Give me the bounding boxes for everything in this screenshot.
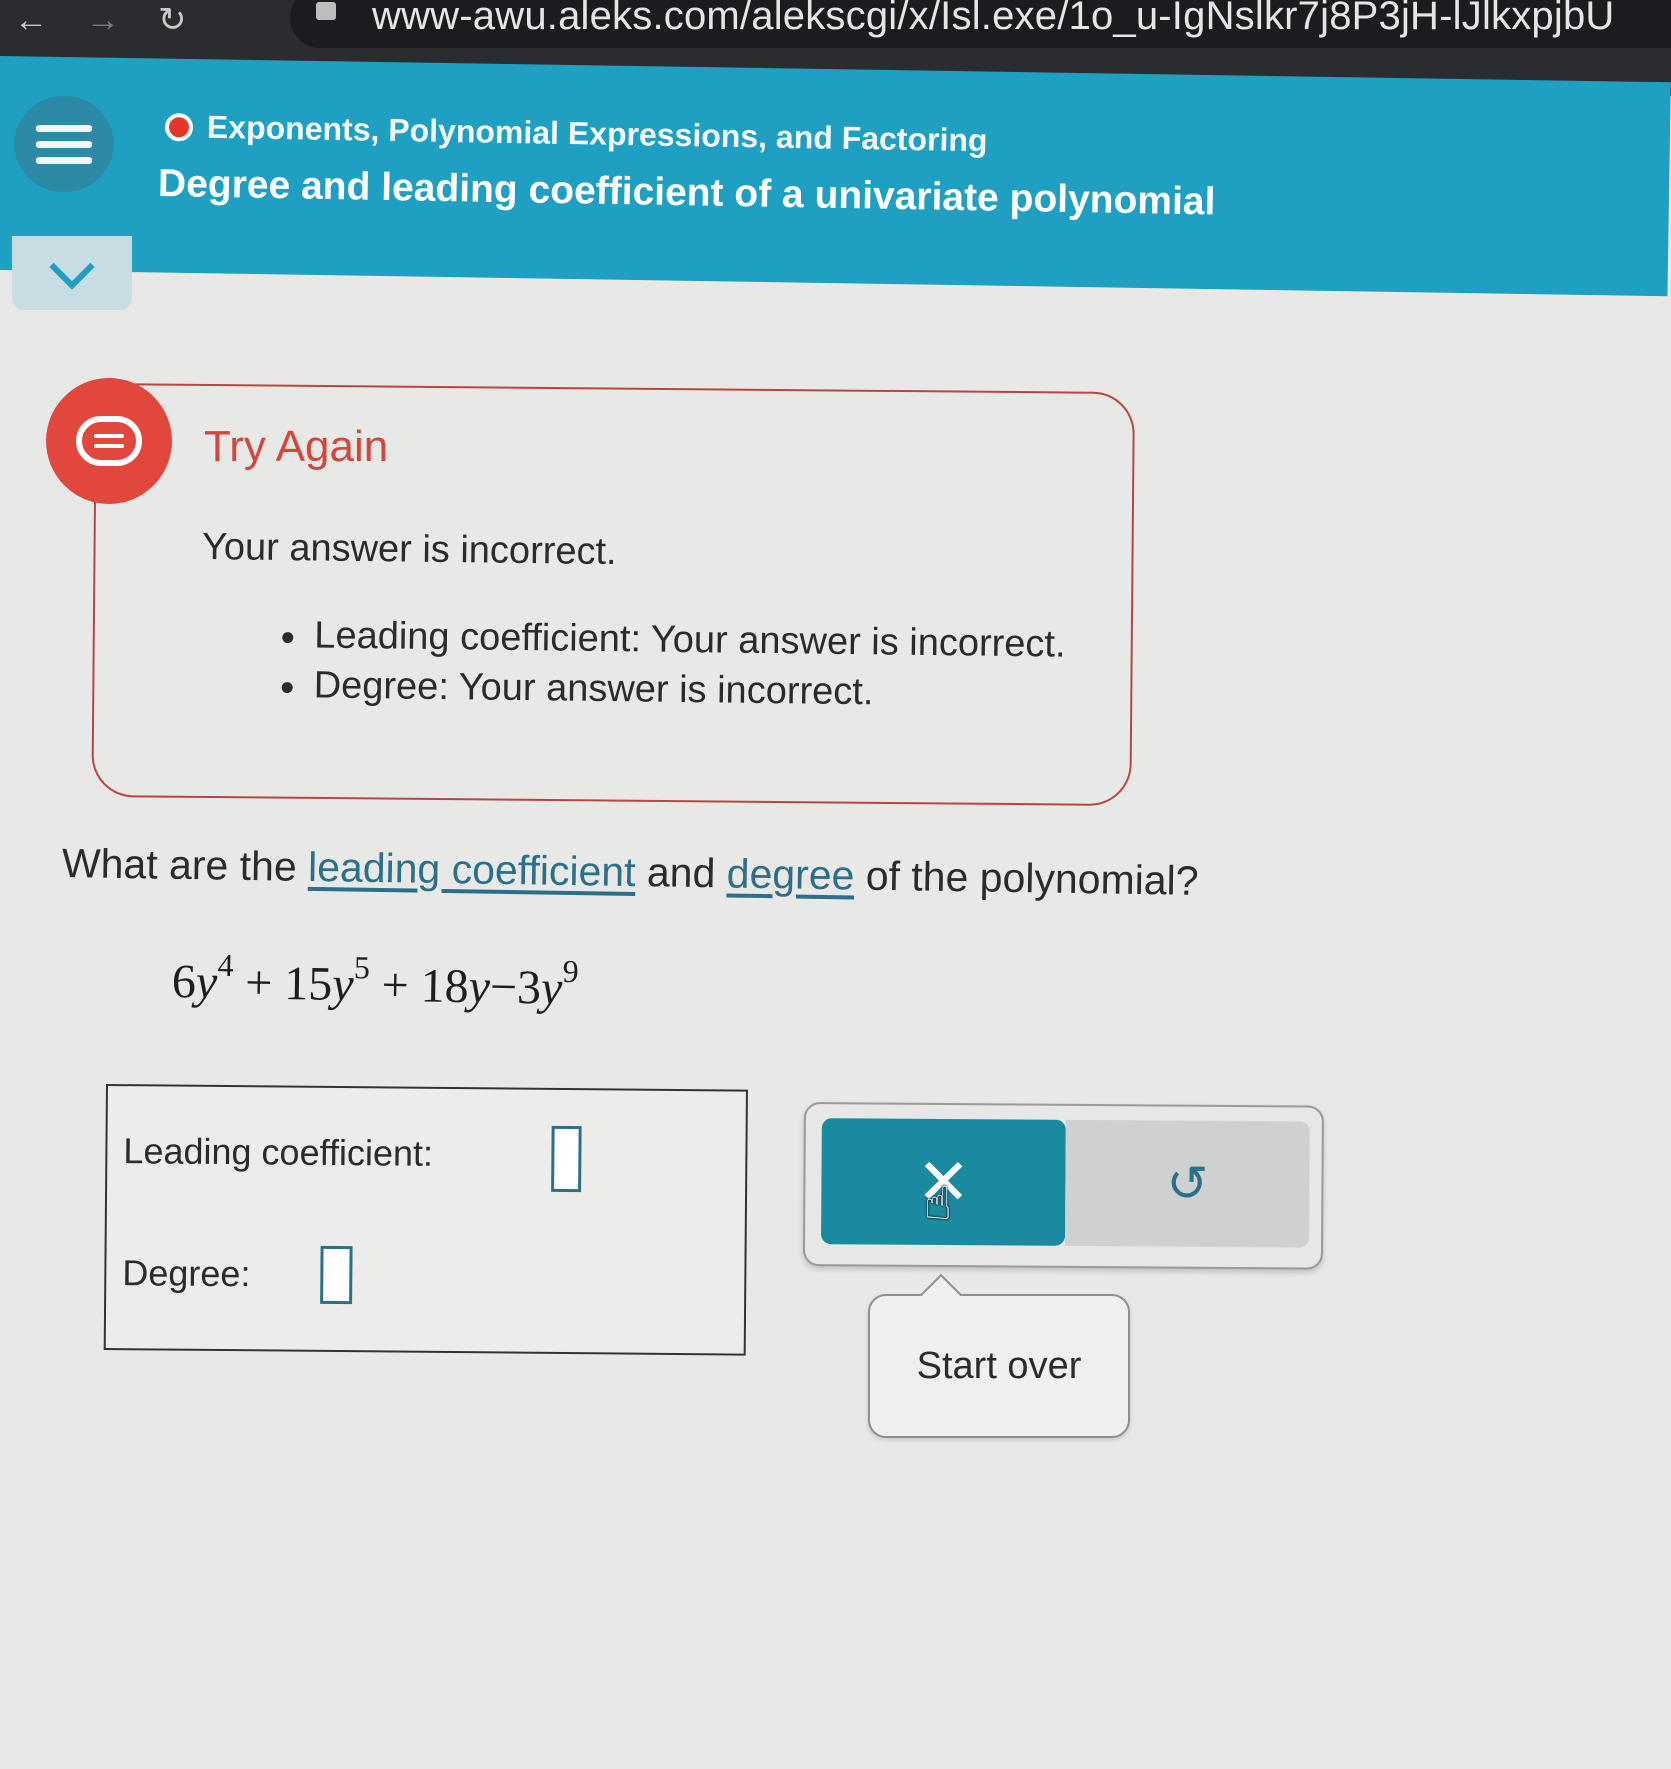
question-prefix: What are the <box>61 840 309 890</box>
operator: − <box>489 960 518 1015</box>
answer-box: Leading coefficient: Degree: <box>103 1084 748 1356</box>
term-variable: y <box>331 957 355 1012</box>
back-arrow-icon[interactable]: ← <box>14 1 48 40</box>
chevron-down-icon <box>49 244 95 290</box>
reload-icon[interactable]: ↻ <box>158 0 187 40</box>
term-variable: y <box>468 960 491 1014</box>
feedback-badge <box>46 378 172 504</box>
term-coefficient: 6 <box>171 955 197 1009</box>
hamburger-menu-icon <box>36 116 92 173</box>
feedback-message: Your answer is incorrect. <box>201 526 617 574</box>
term-coefficient: 15 <box>283 956 333 1011</box>
lock-icon <box>316 2 336 20</box>
operator: + <box>381 958 410 1013</box>
feedback-list: Leading coefficient: Your answer is inco… <box>277 612 1065 722</box>
leading-coefficient-link[interactable]: leading coefficient <box>308 844 636 895</box>
term-variable: y <box>195 955 218 1009</box>
browser-nav: ← → ↻ <box>14 0 187 40</box>
collapse-header-button[interactable] <box>12 236 132 310</box>
chat-bubble-icon <box>76 416 142 466</box>
question-suffix: of the polynomial? <box>854 852 1199 904</box>
undo-icon: ↺ <box>1166 1155 1209 1212</box>
leading-coefficient-input[interactable] <box>551 1125 582 1193</box>
start-over-tooltip: Start over <box>868 1294 1130 1438</box>
degree-input[interactable] <box>320 1245 353 1305</box>
term-exponent: 4 <box>217 946 234 984</box>
feedback-item-leading-coefficient: Leading coefficient: Your answer is inco… <box>278 612 1066 668</box>
operator: + <box>244 956 273 1010</box>
term-variable: y <box>540 961 563 1015</box>
term-exponent: 9 <box>562 952 579 990</box>
tooltip-text: Start over <box>916 1344 1082 1387</box>
status-dot-icon <box>164 112 194 141</box>
degree-label: Degree: <box>122 1252 251 1295</box>
feedback-item-degree: Degree: Your answer is incorrect. <box>277 662 1065 718</box>
url-text[interactable]: www-awu.aleks.com/alekscgi/x/Isl.exe/1o_… <box>372 0 1615 39</box>
undo-button[interactable]: ↺ <box>1065 1119 1310 1248</box>
feedback-title: Try Again <box>204 422 389 471</box>
pointer-hand-icon: ☝ <box>924 1177 953 1229</box>
term-coefficient: 3 <box>516 961 542 1015</box>
leading-coefficient-label: Leading coefficient: <box>123 1130 434 1174</box>
question-text: What are the leading coefficient and deg… <box>62 840 1199 905</box>
term-coefficient: 18 <box>420 959 470 1014</box>
menu-button[interactable] <box>14 96 114 192</box>
forward-arrow-icon[interactable]: → <box>86 1 120 40</box>
term-exponent: 5 <box>353 949 371 986</box>
question-middle: and <box>635 849 728 897</box>
answer-controls: ✕ ↺ <box>802 1102 1324 1270</box>
degree-link[interactable]: degree <box>726 850 854 898</box>
polynomial-expression: 6y4 + 15y5 + 18y−3y9 <box>171 946 579 1016</box>
